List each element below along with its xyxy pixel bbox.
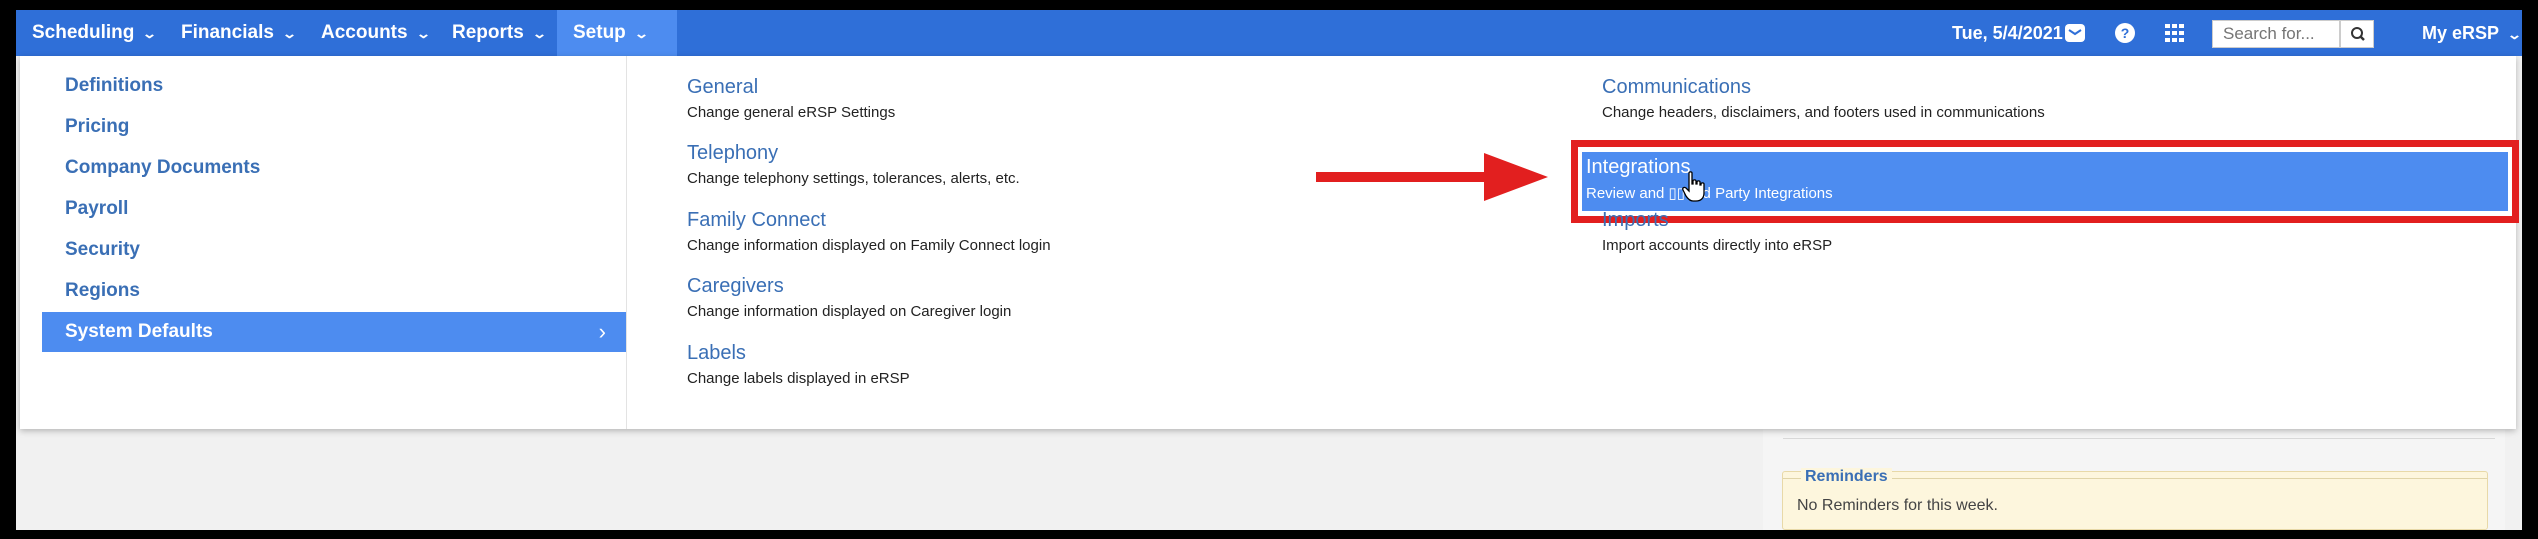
chevron-down-icon: ⌄ <box>142 26 158 41</box>
envelope-icon[interactable] <box>2064 22 2086 44</box>
category-definitions[interactable]: Definitions <box>42 66 626 106</box>
nav-financials-label: Financials <box>181 22 274 43</box>
nav-scheduling-label: Scheduling <box>32 22 135 43</box>
category-payroll[interactable]: Payroll <box>42 189 626 229</box>
current-date: Tue, 5/4/2021 <box>1952 23 2063 43</box>
option-title: Family Connect <box>687 209 826 231</box>
chevron-down-icon: ⌄ <box>415 26 431 41</box>
reminders-box: Reminders No Reminders for this week. <box>1782 468 2488 530</box>
option-description: Change general eRSP Settings <box>687 104 896 121</box>
hand-pointer-icon <box>1682 171 1705 202</box>
nav-reports-label: Reports <box>452 22 524 43</box>
svg-text:?: ? <box>2121 25 2130 41</box>
chevron-down-icon: ⌄ <box>281 26 298 41</box>
option-title: Caregivers <box>687 275 784 297</box>
option-integrations[interactable]: Integrations Review and ▯▯ 3rd Party Int… <box>1571 140 2519 223</box>
nav-setup-label: Setup <box>573 22 626 43</box>
chevron-down-icon: ⌄ <box>531 26 547 41</box>
category-label: Regions <box>65 280 140 301</box>
app-window: Scheduling ⌄ Financials ⌄ Accounts ⌄ Report… <box>16 10 2522 530</box>
option-description: Change telephony settings, tolerances, a… <box>687 170 1020 187</box>
category-label: Company Documents <box>65 157 261 178</box>
option-title: Telephony <box>687 142 779 164</box>
nav-accounts-label: Accounts <box>321 22 408 43</box>
nav-scheduling[interactable]: Scheduling ⌄ <box>16 10 171 56</box>
category-pricing[interactable]: Pricing <box>42 107 626 147</box>
chevron-down-icon: ⌄ <box>2506 27 2522 42</box>
option-description: Review and ▯▯ 3rd Party Integrations <box>1586 185 1833 202</box>
divider <box>1783 438 2495 439</box>
category-label: Pricing <box>65 116 130 137</box>
option-description: Change headers, disclaimers, and footers… <box>1602 104 2045 121</box>
chevron-right-icon: › <box>598 319 606 344</box>
option-title: Communications <box>1602 76 1751 98</box>
category-regions[interactable]: Regions <box>42 271 626 311</box>
reminders-title: Reminders <box>1801 468 1892 486</box>
search-button[interactable] <box>2340 20 2374 48</box>
search-icon <box>2351 27 2365 41</box>
option-title: Imports <box>1602 209 1669 231</box>
nav-accounts[interactable]: Accounts ⌄ <box>305 10 444 56</box>
option-integrations-highlight <box>1582 152 2508 211</box>
setup-dropdown-menu: Definitions Pricing Company Documents Pa… <box>20 56 2519 429</box>
option-description: Import accounts directly into eRSP <box>1602 237 1833 254</box>
nav-setup[interactable]: Setup ⌄ <box>557 10 677 56</box>
nav-reports[interactable]: Reports ⌄ <box>436 10 561 56</box>
category-security[interactable]: Security <box>42 230 626 270</box>
red-arrow-icon <box>1316 153 1548 201</box>
category-company-documents[interactable]: Company Documents <box>42 148 626 188</box>
user-menu[interactable]: My eRSP ⌄ <box>2422 10 2522 56</box>
category-system-defaults[interactable]: System Defaults › <box>42 312 626 352</box>
top-nav-bar: Scheduling ⌄ Financials ⌄ Accounts ⌄ Report… <box>16 10 2522 56</box>
user-menu-label: My eRSP <box>2422 23 2500 43</box>
option-title: Labels <box>687 342 746 364</box>
search-input[interactable] <box>2212 20 2340 48</box>
category-label: Security <box>65 239 140 260</box>
option-title: Integrations <box>1586 156 1691 178</box>
reminders-text: No Reminders for this week. <box>1797 497 1998 514</box>
category-label: System Defaults <box>65 321 213 342</box>
nav-financials[interactable]: Financials ⌄ <box>165 10 311 56</box>
help-icon[interactable]: ? <box>2114 22 2136 44</box>
setup-categories: Definitions Pricing Company Documents Pa… <box>20 56 627 429</box>
chevron-down-icon: ⌄ <box>633 26 649 41</box>
option-description: Change labels displayed in eRSP <box>687 370 910 387</box>
option-description: Change information displayed on Caregive… <box>687 303 1012 320</box>
option-description: Change information displayed on Family C… <box>687 237 1051 254</box>
category-label: Payroll <box>65 198 129 219</box>
apps-grid-icon[interactable] <box>2164 22 2186 44</box>
category-label: Definitions <box>65 75 164 96</box>
option-title: General <box>687 76 759 98</box>
